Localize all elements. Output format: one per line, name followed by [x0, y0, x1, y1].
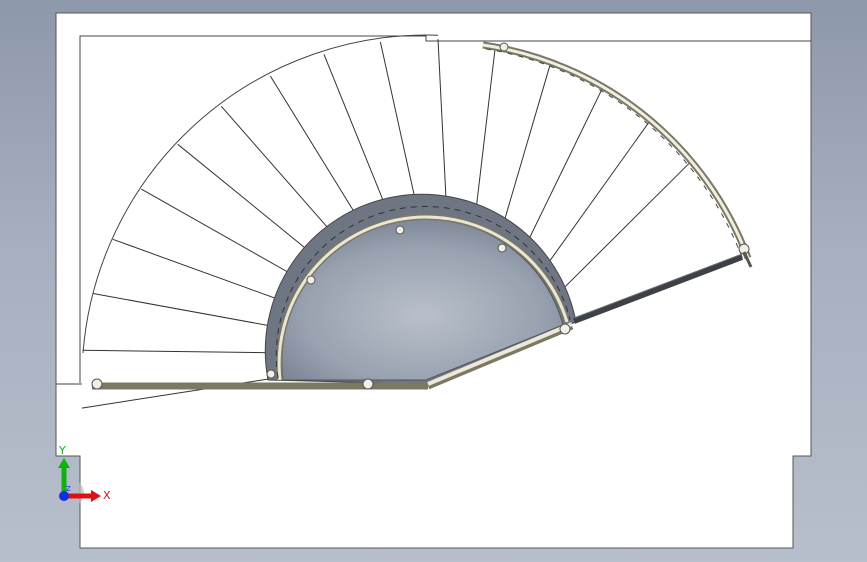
graphics-viewport[interactable]: Y X Z [0, 0, 867, 562]
triad-y-arrow-icon [58, 458, 70, 468]
triad-z-label: Z [66, 485, 71, 493]
staircase-drawing[interactable]: Y X Z [0, 0, 867, 562]
triad-y-label: Y [58, 444, 66, 457]
triad-x-label: X [103, 489, 111, 502]
